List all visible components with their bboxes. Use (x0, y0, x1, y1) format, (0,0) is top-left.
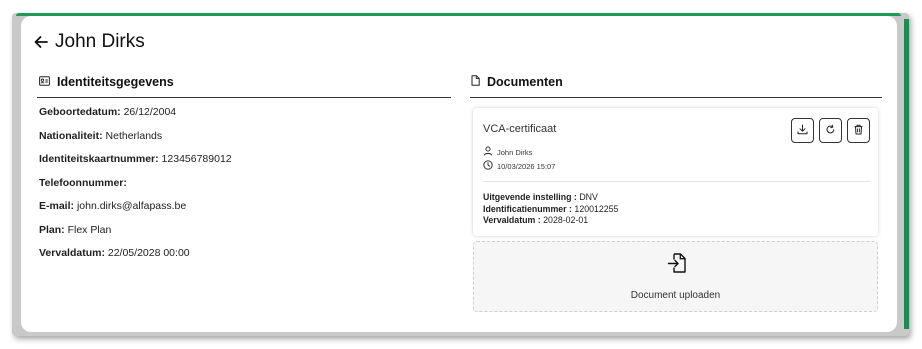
detail-label: Identificatienummer : (483, 203, 572, 214)
detail-value: 120012255 (574, 203, 619, 214)
document-card[interactable]: VCA-certificaat John Dirks 10/03/2026 15… (473, 108, 878, 236)
detail-value: DNV (579, 192, 598, 202)
download-button[interactable] (791, 118, 814, 143)
page-title: John Dirks (55, 31, 145, 52)
field-nationality: Nationaliteit: Netherlands (39, 129, 232, 153)
field-value: 123456789012 (161, 153, 232, 165)
replace-button[interactable] (819, 118, 842, 143)
field-value: Netherlands (105, 129, 163, 142)
field-value: Flex Plan (67, 223, 112, 236)
field-label: Vervaldatum: (39, 247, 105, 259)
field-value: 26/12/2004 (123, 106, 177, 118)
trash-icon (853, 122, 864, 140)
identity-heading-label: Identiteitsgegevens (57, 75, 174, 89)
user-icon (483, 146, 493, 158)
document-owner: John Dirks (483, 146, 532, 158)
document-name: VCA-certificaat (483, 123, 557, 135)
document-upload-dropzone[interactable]: Document uploaden (473, 241, 878, 312)
field-label: E-mail: (39, 200, 75, 212)
detail-value: 2028-02-01 (543, 215, 589, 225)
detail-label: Uitgevende instelling : (483, 192, 577, 202)
field-value: 22/05/2028 00:00 (107, 247, 190, 259)
identity-fields: Geboortedatum: 26/12/2004 Nationaliteit:… (39, 105, 232, 270)
id-card-icon (39, 75, 50, 89)
field-id-number: Identiteitskaartnummer: 123456789012 (39, 152, 232, 176)
detail-row: Uitgevende instelling : DNV (483, 192, 618, 204)
documents-heading-label: Documenten (487, 75, 563, 89)
delete-button[interactable] (847, 118, 870, 143)
detail-row: Vervaldatum : 2028-02-01 (483, 215, 618, 227)
document-timestamp: 10/03/2026 15:07 (483, 160, 555, 172)
field-phone: Telefoonnummer: (39, 176, 232, 200)
field-email: E-mail: john.dirks@alfapass.be (39, 199, 232, 223)
detail-label: Vervaldatum : (483, 215, 541, 225)
upload-label: Document uploaden (630, 290, 721, 301)
field-label: Identiteitskaartnummer: (39, 153, 159, 165)
document-owner-name: John Dirks (497, 147, 533, 157)
field-birthdate: Geboortedatum: 26/12/2004 (39, 105, 232, 129)
field-label: Plan: (39, 223, 65, 236)
field-expiry: Vervaldatum: 22/05/2028 00:00 (39, 246, 232, 270)
refresh-icon (825, 122, 836, 140)
document-divider (483, 181, 870, 182)
documents-divider (470, 97, 882, 98)
identity-section-heading: Identiteitsgegevens (39, 75, 174, 89)
page-header: John Dirks (33, 31, 145, 53)
document-timestamp-value: 10/03/2026 15:07 (497, 161, 556, 171)
identity-divider (37, 97, 451, 98)
field-label: Nationaliteit: (39, 129, 103, 142)
document-actions (791, 118, 870, 143)
document-icon (471, 75, 480, 89)
field-label: Geboortedatum: (39, 106, 121, 118)
download-icon (797, 122, 808, 140)
detail-row: Identificatienummer : 120012255 (483, 204, 618, 216)
file-import-icon (667, 252, 687, 279)
field-value: john.dirks@alfapass.be (76, 200, 187, 212)
field-plan: Plan: Flex Plan (39, 223, 232, 247)
document-details: Uitgevende instelling : DNV Identificati… (483, 192, 618, 227)
field-label: Telefoonnummer: (39, 176, 127, 189)
arrow-left-icon[interactable] (33, 34, 49, 50)
person-detail-card: John Dirks Identiteitsgegevens Geboorted… (21, 16, 897, 332)
clock-icon (483, 160, 493, 172)
documents-section-heading: Documenten (471, 75, 563, 89)
